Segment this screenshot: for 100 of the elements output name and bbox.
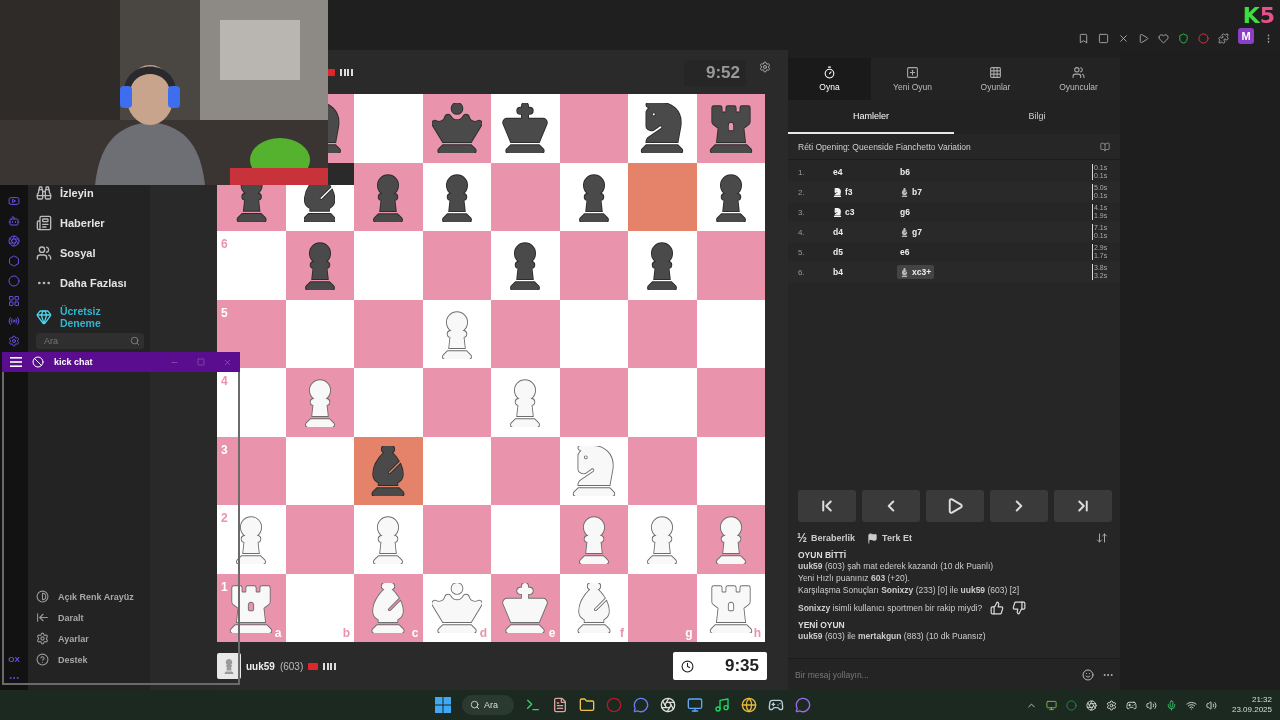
board-square[interactable] bbox=[491, 231, 560, 300]
menu-item[interactable]: Daralt bbox=[36, 607, 144, 628]
taskbar-search[interactable]: Ara bbox=[462, 695, 514, 715]
board-square[interactable] bbox=[491, 94, 560, 163]
bishop-icon[interactable] bbox=[304, 185, 336, 222]
move[interactable]: d4 bbox=[830, 225, 846, 239]
first-move-button[interactable] bbox=[798, 490, 856, 522]
board-square[interactable] bbox=[422, 94, 491, 163]
nav-tab[interactable]: Oyna bbox=[788, 58, 871, 100]
globe-icon[interactable] bbox=[741, 697, 757, 713]
gamepad-icon[interactable] bbox=[768, 697, 784, 713]
grid-icon[interactable] bbox=[8, 295, 20, 307]
monitor-icon[interactable] bbox=[687, 697, 703, 713]
player-name[interactable]: uuk59 bbox=[246, 660, 275, 672]
sub-tab[interactable]: Bilgi bbox=[954, 100, 1120, 134]
gear-icon[interactable] bbox=[1105, 699, 1117, 711]
draw-offer-button[interactable]: ½ Beraberlik bbox=[797, 531, 856, 545]
puzzle-icon[interactable] bbox=[1218, 33, 1229, 44]
move[interactable]: b6 bbox=[897, 165, 913, 179]
board-square[interactable] bbox=[422, 162, 491, 231]
network-icon[interactable] bbox=[1185, 699, 1197, 711]
play-button[interactable] bbox=[926, 490, 984, 522]
pawn-icon[interactable] bbox=[235, 185, 267, 222]
nav-tab[interactable]: Oyunlar bbox=[954, 58, 1037, 100]
windows-logo-icon[interactable] bbox=[435, 697, 451, 713]
radio-icon[interactable] bbox=[8, 315, 20, 327]
sub-tab[interactable]: Hamleler bbox=[788, 100, 954, 134]
player-rating: (603) bbox=[279, 660, 304, 672]
chat-message: Yeni Hızlı puanınız 603 (+20). bbox=[798, 573, 911, 584]
board-square[interactable] bbox=[559, 162, 628, 231]
resign-button[interactable]: Terk Et bbox=[867, 532, 912, 544]
microphone-icon[interactable] bbox=[1165, 699, 1177, 711]
settings-icon[interactable] bbox=[759, 61, 771, 73]
board-square[interactable] bbox=[628, 231, 697, 300]
message-icon[interactable] bbox=[795, 697, 811, 713]
hexagon-icon[interactable] bbox=[8, 255, 20, 267]
move[interactable]: e6 bbox=[897, 245, 913, 259]
robot-icon[interactable] bbox=[8, 215, 20, 227]
book-icon[interactable] bbox=[1100, 141, 1110, 152]
taskbar-date[interactable]: 23.09.2025 bbox=[1231, 705, 1272, 715]
profile-avatar[interactable]: M bbox=[1238, 28, 1254, 44]
board-square[interactable] bbox=[628, 94, 697, 163]
video-icon[interactable] bbox=[8, 195, 20, 207]
emoji-icon[interactable] bbox=[1082, 668, 1094, 681]
nav-tab[interactable]: Yeni Oyun bbox=[871, 58, 954, 100]
promo-link[interactable]: Ücretsiz Deneme bbox=[36, 305, 144, 329]
queen-icon[interactable] bbox=[431, 582, 482, 633]
terminal-icon[interactable] bbox=[525, 697, 541, 713]
move[interactable]: b4 bbox=[830, 265, 846, 279]
document-icon[interactable] bbox=[552, 697, 568, 713]
thumbs-down-icon[interactable] bbox=[1012, 601, 1027, 615]
close-icon[interactable] bbox=[1118, 33, 1129, 44]
move[interactable]: f3 bbox=[830, 185, 856, 199]
circle-icon[interactable] bbox=[8, 275, 20, 287]
menu-item[interactable]: Daha Fazlası bbox=[36, 275, 144, 291]
gamepad-icon[interactable] bbox=[1125, 699, 1137, 711]
bookmark-icon[interactable] bbox=[1078, 33, 1089, 44]
menu-item[interactable]: İzleyin bbox=[36, 185, 144, 201]
bishop-icon[interactable] bbox=[900, 187, 909, 197]
menu-icon[interactable] bbox=[10, 357, 22, 367]
knight-icon[interactable] bbox=[833, 187, 842, 197]
thumbs-up-icon[interactable] bbox=[990, 601, 1005, 615]
folder-icon[interactable] bbox=[579, 697, 595, 713]
knight-icon[interactable] bbox=[328, 103, 342, 154]
menu-item[interactable]: Ayarlar bbox=[36, 628, 144, 649]
queen-icon[interactable] bbox=[431, 103, 482, 154]
menu-item[interactable]: Sosyal bbox=[36, 245, 144, 261]
taskbar-time[interactable]: 21:32 bbox=[1251, 695, 1272, 705]
square-icon[interactable] bbox=[1098, 33, 1109, 44]
shield-icon[interactable] bbox=[1178, 33, 1189, 44]
menu-item[interactable]: Haberler bbox=[36, 215, 144, 231]
menu-item[interactable]: Açık Renk Arayüz bbox=[36, 586, 144, 607]
nav-tab[interactable]: Oyuncular bbox=[1037, 58, 1120, 100]
chat-bubble-icon[interactable] bbox=[633, 697, 649, 713]
board-square[interactable] bbox=[696, 162, 765, 231]
volume-icon[interactable] bbox=[1205, 699, 1217, 711]
king-icon[interactable] bbox=[500, 103, 551, 154]
move[interactable]: g6 bbox=[897, 205, 913, 219]
move[interactable]: e4 bbox=[830, 165, 846, 179]
last-move-button[interactable] bbox=[1054, 490, 1112, 522]
move[interactable]: g7 bbox=[897, 225, 925, 239]
ring-icon[interactable] bbox=[606, 697, 622, 713]
menu-item[interactable]: Destek bbox=[36, 649, 144, 670]
play-icon[interactable] bbox=[1138, 33, 1149, 44]
record-icon[interactable] bbox=[1198, 33, 1209, 44]
heart-icon[interactable] bbox=[1158, 33, 1169, 44]
display-icon[interactable] bbox=[1045, 699, 1057, 711]
binoculars-icon bbox=[36, 185, 52, 201]
bishop-icon[interactable] bbox=[900, 227, 909, 237]
move[interactable]: d5 bbox=[830, 245, 846, 259]
music-icon[interactable] bbox=[714, 697, 730, 713]
flip-board-icon[interactable] bbox=[1096, 532, 1108, 544]
circle-icon[interactable] bbox=[1065, 699, 1077, 711]
move[interactable]: b7 bbox=[897, 185, 925, 199]
settings-icon[interactable] bbox=[8, 335, 20, 347]
knight-icon[interactable] bbox=[833, 207, 842, 217]
move[interactable]: c3 bbox=[830, 205, 858, 219]
move[interactable]: xc3+ bbox=[897, 265, 935, 279]
message-field[interactable]: Bir mesaj yollayın... bbox=[793, 668, 1074, 681]
speaker-icon[interactable] bbox=[1145, 699, 1157, 711]
